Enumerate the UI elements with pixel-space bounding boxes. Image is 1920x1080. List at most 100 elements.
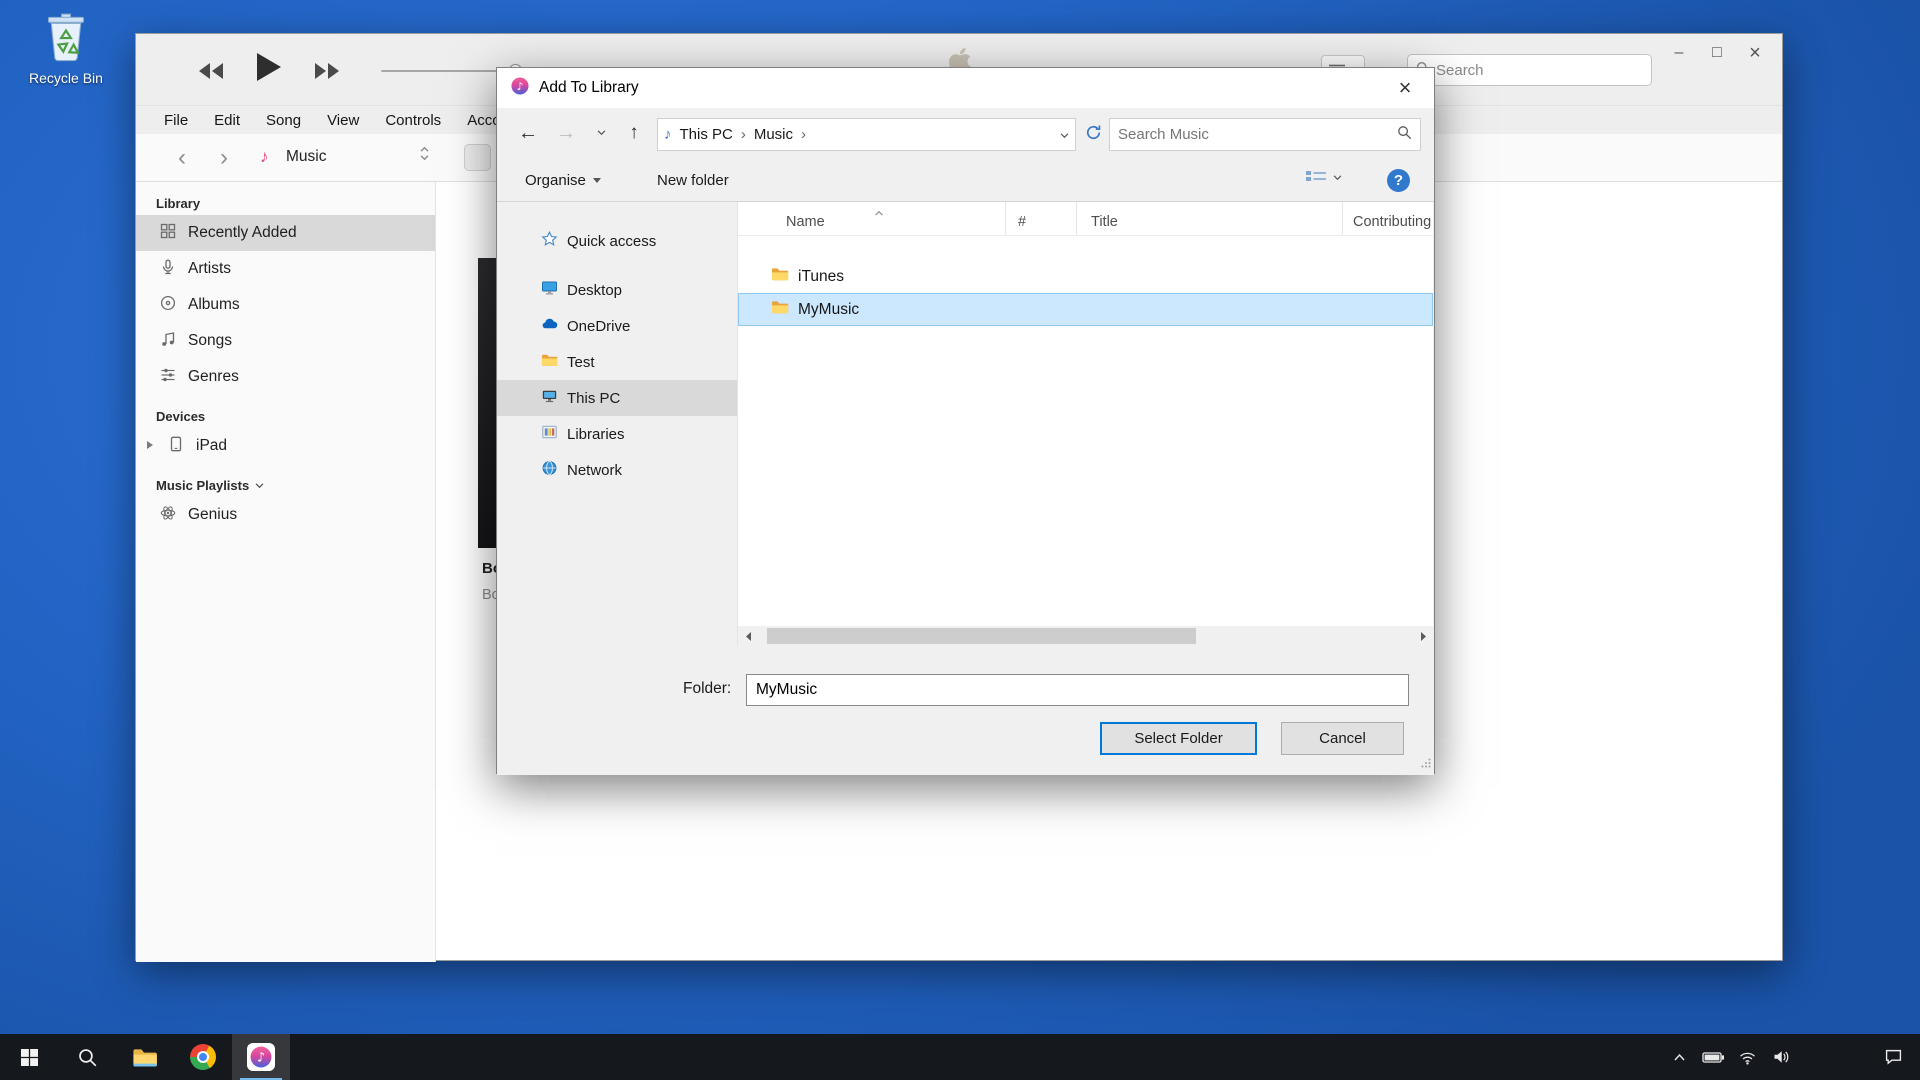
miniplayer-artwork-box[interactable] <box>464 144 491 171</box>
nav-pane-quick-access[interactable]: Quick access <box>497 224 737 258</box>
nav-forward-button[interactable]: → <box>549 116 583 150</box>
nav-pane-desktop[interactable]: Desktop <box>497 272 737 308</box>
menu-controls[interactable]: Controls <box>385 112 441 129</box>
menu-song[interactable]: Song <box>266 112 301 129</box>
wifi-icon <box>1739 1050 1756 1065</box>
file-list-area: Name # Title Contributing artists iTunes… <box>737 202 1433 646</box>
recent-locations-dropdown[interactable] <box>591 120 611 146</box>
battery-icon <box>1702 1049 1725 1065</box>
resize-grip[interactable] <box>1421 755 1431 772</box>
folder-name-input[interactable] <box>746 674 1409 706</box>
dialog-search-input[interactable] <box>1118 126 1391 143</box>
breadcrumb-separator-icon[interactable]: › <box>741 126 746 143</box>
file-row-mymusic[interactable]: MyMusic <box>738 293 1433 326</box>
new-folder-button[interactable]: New folder <box>649 160 737 201</box>
sort-ascending-icon <box>874 204 884 220</box>
forward-button[interactable]: › <box>208 143 240 173</box>
scroll-right-arrow[interactable] <box>1413 626 1433 646</box>
fast-forward-button[interactable] <box>310 56 344 86</box>
menu-file[interactable]: File <box>164 112 188 129</box>
play-button[interactable] <box>252 52 286 82</box>
nav-back-button[interactable]: ← <box>511 116 545 150</box>
atom-icon <box>160 505 176 526</box>
tray-battery-button[interactable] <box>1696 1034 1730 1080</box>
media-kind-selector[interactable]: Music <box>286 148 326 166</box>
add-to-library-dialog: ♪ Add To Library × ← → ↑ ♪ This PC › Mus… <box>496 67 1435 774</box>
itunes-search-input[interactable] <box>1436 62 1643 79</box>
sidebar-item-artists[interactable]: Artists <box>136 251 435 287</box>
cancel-button[interactable]: Cancel <box>1281 722 1404 755</box>
rewind-button[interactable] <box>194 56 228 86</box>
menu-edit[interactable]: Edit <box>214 112 240 129</box>
action-center-button[interactable] <box>1876 1034 1910 1080</box>
sidebar-item-songs[interactable]: Songs <box>136 323 435 359</box>
dialog-title: Add To Library <box>539 79 639 97</box>
select-folder-button[interactable]: Select Folder <box>1100 722 1257 755</box>
playlists-section-header[interactable]: Music Playlists <box>136 464 435 497</box>
nav-pane-test[interactable]: Test <box>497 344 737 380</box>
computer-icon <box>541 388 558 408</box>
nav-pane-libraries[interactable]: Libraries <box>497 416 737 452</box>
itunes-search-box[interactable] <box>1407 54 1652 86</box>
refresh-button[interactable] <box>1085 124 1102 145</box>
column-header-name[interactable]: Name <box>738 202 1006 235</box>
address-bar[interactable]: ♪ This PC › Music › <box>657 118 1076 151</box>
taskbar-search-button[interactable] <box>58 1034 116 1080</box>
back-button[interactable]: ‹ <box>166 143 198 173</box>
svg-text:♪: ♪ <box>517 80 524 93</box>
nav-pane-onedrive[interactable]: OneDrive <box>497 308 737 344</box>
folder-label: Folder: <box>683 680 731 698</box>
nav-pane-network[interactable]: Network <box>497 452 737 488</box>
start-button[interactable] <box>0 1034 58 1080</box>
address-dropdown-icon[interactable] <box>1060 126 1069 143</box>
menu-view[interactable]: View <box>327 112 359 129</box>
change-view-button[interactable] <box>1305 169 1342 187</box>
taskbar-itunes-button[interactable]: ♪ <box>232 1034 290 1080</box>
sidebar-item-recently-added[interactable]: Recently Added <box>136 215 435 251</box>
scroll-left-arrow[interactable] <box>738 626 758 646</box>
itunes-app-icon: ♪ <box>511 77 529 99</box>
column-header-contributing-artists[interactable]: Contributing artists <box>1343 202 1433 235</box>
scrollbar-thumb[interactable] <box>767 628 1196 644</box>
organise-button[interactable]: Organise <box>517 160 609 201</box>
folder-icon <box>771 300 789 319</box>
taskbar-file-explorer-button[interactable] <box>116 1034 174 1080</box>
close-button[interactable]: × <box>1736 38 1774 68</box>
maximize-button[interactable]: □ <box>1698 38 1736 68</box>
tray-network-button[interactable] <box>1730 1034 1764 1080</box>
libraries-icon <box>541 424 558 444</box>
breadcrumb-this-pc[interactable]: This PC <box>678 126 735 143</box>
file-row-itunes[interactable]: iTunes <box>738 260 1433 293</box>
record-icon <box>160 295 176 316</box>
breadcrumb-separator-icon[interactable]: › <box>801 126 806 143</box>
sidebar-item-genius[interactable]: Genius <box>136 497 435 533</box>
sidebar-item-albums[interactable]: Albums <box>136 287 435 323</box>
music-note-icon <box>160 331 176 352</box>
search-icon[interactable] <box>1397 125 1412 144</box>
column-header-number[interactable]: # <box>1006 202 1077 235</box>
dialog-search-box[interactable] <box>1109 118 1421 151</box>
tray-show-hidden-icons-button[interactable] <box>1662 1034 1696 1080</box>
sidebar-item-ipad[interactable]: iPad <box>136 428 435 464</box>
media-selector-arrows-icon[interactable] <box>420 146 429 161</box>
dialog-titlebar[interactable]: ♪ Add To Library × <box>497 68 1434 108</box>
scrollbar-track[interactable] <box>758 626 1413 646</box>
nav-up-button[interactable]: ↑ <box>617 116 651 150</box>
search-icon <box>78 1048 97 1067</box>
minimize-button[interactable]: – <box>1660 38 1698 68</box>
horizontal-scrollbar[interactable] <box>738 626 1433 646</box>
speaker-icon <box>1773 1049 1790 1065</box>
cloud-icon <box>541 316 558 336</box>
column-header-title[interactable]: Title <box>1077 202 1343 235</box>
taskbar-chrome-button[interactable] <box>174 1034 232 1080</box>
dialog-toolbar: Organise New folder ? <box>497 160 1434 202</box>
sidebar-item-genres[interactable]: Genres <box>136 359 435 395</box>
dialog-body: Quick access Desktop OneDrive Test This … <box>497 202 1434 646</box>
recycle-bin-shortcut[interactable]: Recycle Bin <box>18 12 114 86</box>
nav-pane-this-pc[interactable]: This PC <box>497 380 737 416</box>
breadcrumb-music[interactable]: Music <box>752 126 795 143</box>
disclosure-triangle-icon[interactable] <box>146 437 156 455</box>
dialog-close-button[interactable]: × <box>1376 68 1434 108</box>
help-button[interactable]: ? <box>1387 169 1410 192</box>
tray-volume-button[interactable] <box>1764 1034 1798 1080</box>
